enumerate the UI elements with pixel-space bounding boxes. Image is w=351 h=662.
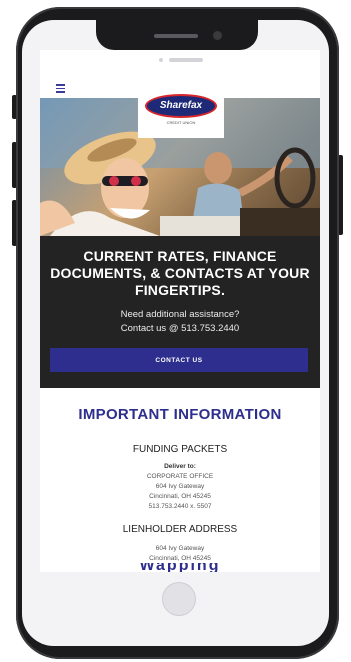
web-page[interactable]: Sharefax CREDIT UNION CURRENT RATES, FIN… [40,50,320,572]
logo-badge: Sharefax [145,94,217,118]
hamburger-menu-icon[interactable] [56,84,65,95]
funding-address: Deliver to: CORPORATE OFFICE 604 Ivy Gat… [40,462,320,512]
lienholder-heading: LIENHOLDER ADDRESS [122,524,238,535]
status-dot [159,58,163,62]
front-camera [213,31,222,40]
address-line: 604 Ivy Gateway [155,545,205,552]
contact-us-button[interactable]: CONTACT US [50,348,308,372]
logo-tagline: CREDIT UNION [166,120,196,125]
contact-phone-line[interactable]: Contact us @ 513.753.2440 [40,322,320,336]
section-title: IMPORTANT INFORMATION [78,406,282,423]
lienholder-address: 604 Ivy Gateway Cincinnati, OH 45245 [40,544,320,564]
funding-packets-heading: FUNDING PACKETS [132,444,228,455]
address-line: Cincinnati, OH 45245 [149,493,211,500]
hero-headline: CURRENT RATES, FINANCE DOCUMENTS, & CONT… [50,248,310,298]
hero-banner: CURRENT RATES, FINANCE DOCUMENTS, & CONT… [40,236,320,388]
status-bar-indicator [169,58,203,62]
address-line: CORPORATE OFFICE [146,473,214,480]
address-phone[interactable]: 513.753.2440 x. 5507 [40,502,320,512]
home-button[interactable] [162,582,196,616]
address-line: 604 Ivy Gateway [155,483,205,490]
speaker-grille [154,34,198,38]
assistance-text: Need additional assistance? Contact us @… [40,308,320,336]
deliver-label: Deliver to: [164,463,196,470]
sharefax-logo[interactable]: Sharefax CREDIT UNION [138,84,224,138]
assistance-line: Need additional assistance? [120,309,240,320]
next-heading-peek: Wapping [139,563,221,572]
logo-wordmark: Sharefax [159,100,203,111]
